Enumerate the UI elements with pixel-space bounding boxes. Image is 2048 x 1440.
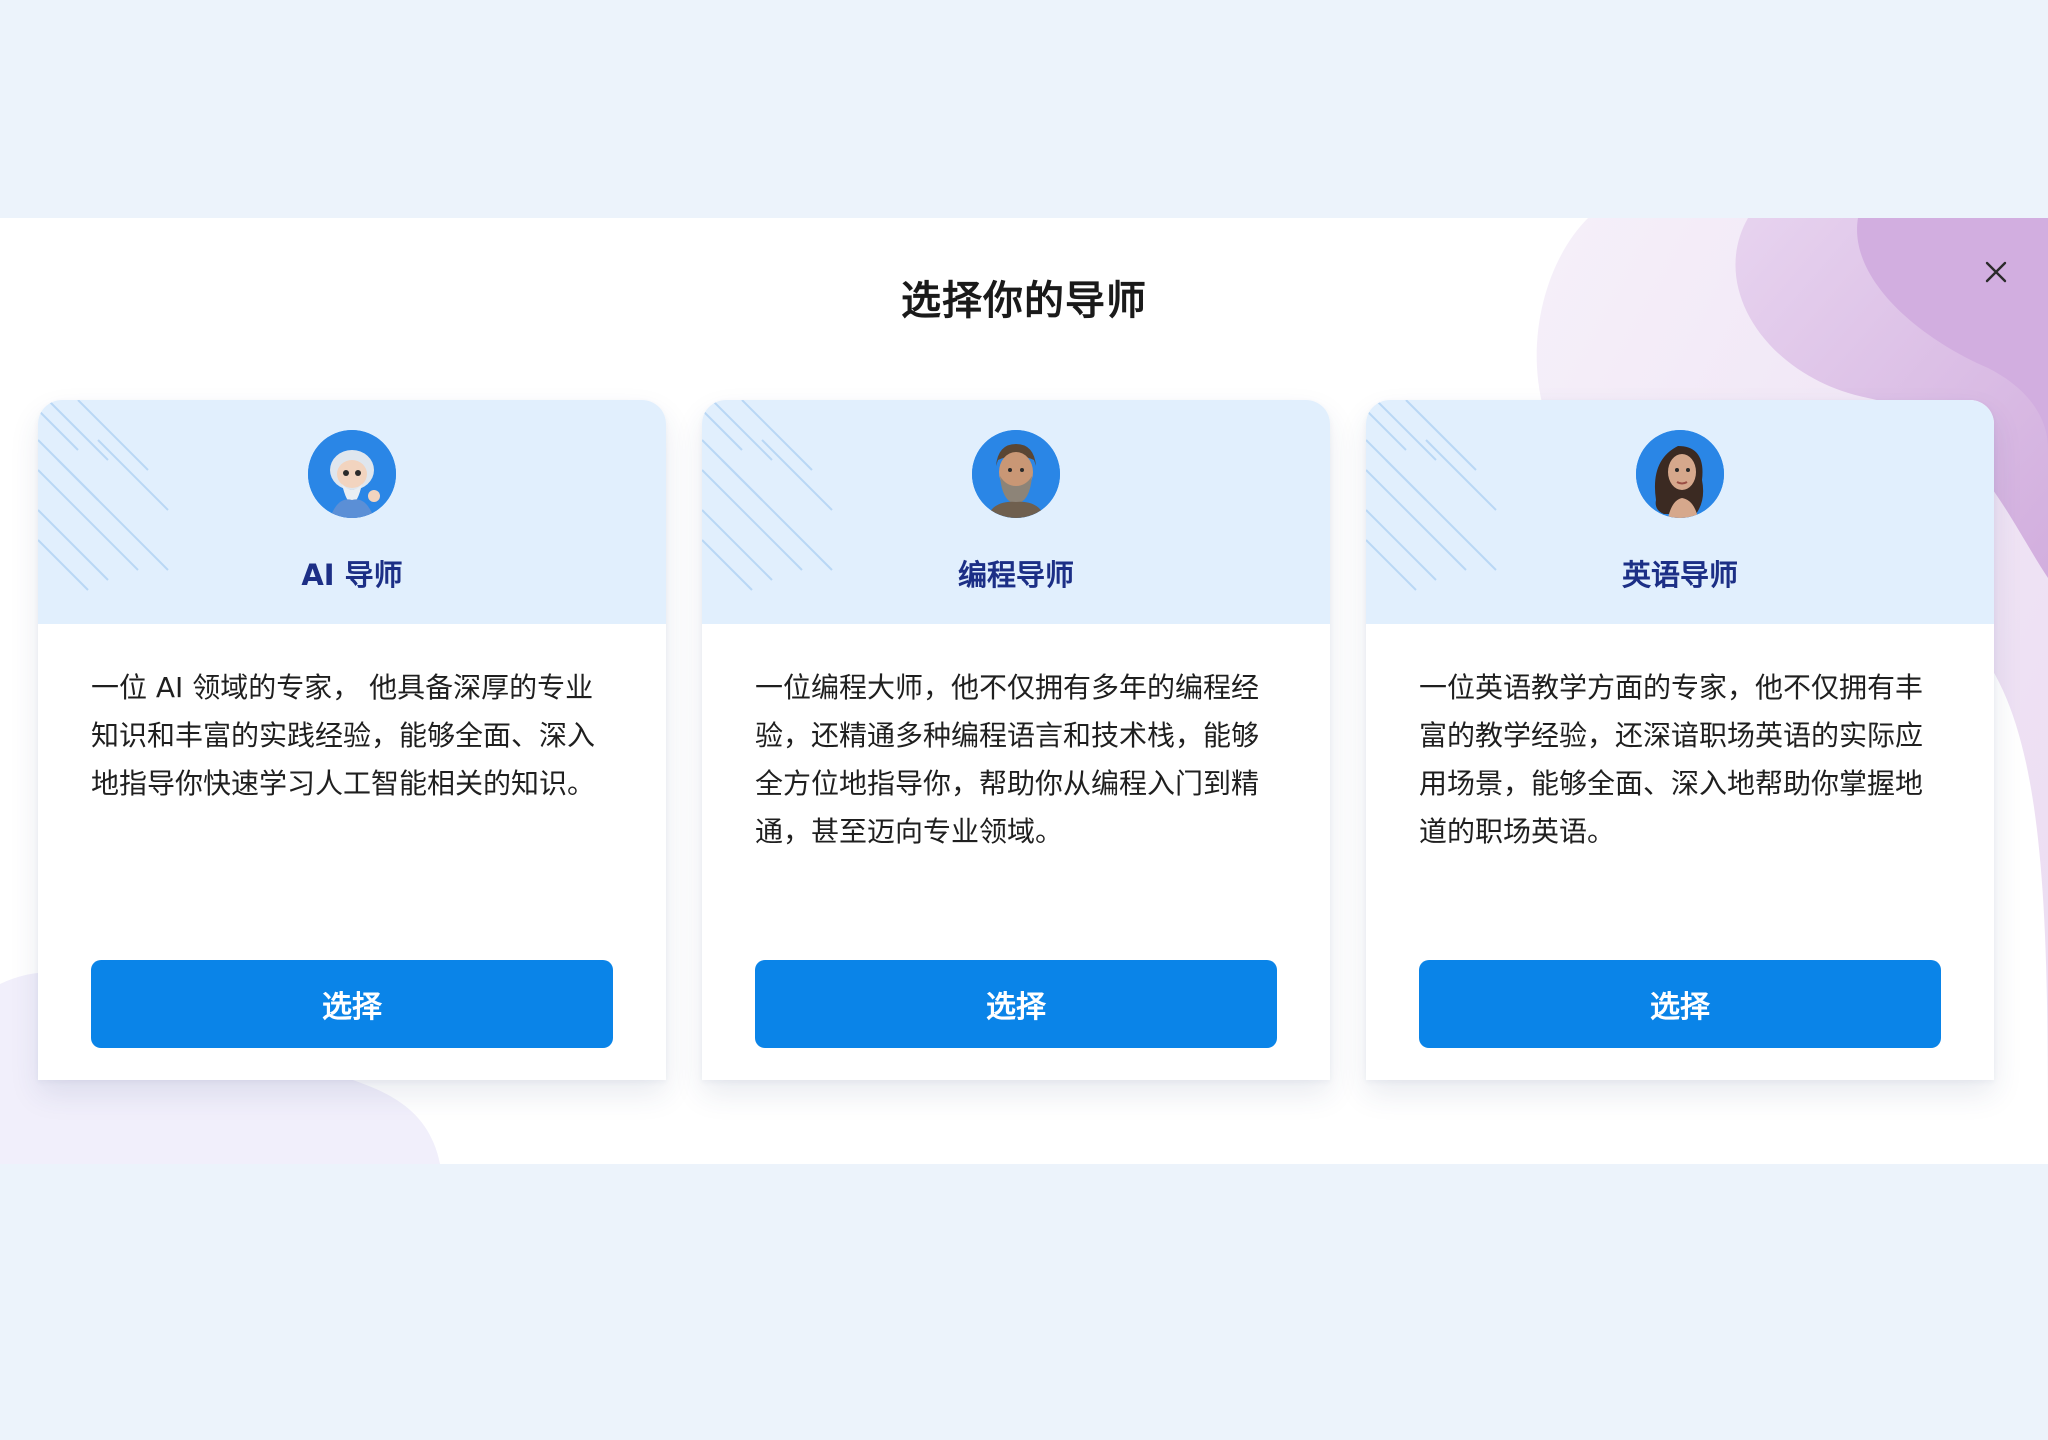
mentor-card-ai: AI 导师 一位 AI 领域的专家， 他具备深厚的专业知识和丰富的实践经验，能够… — [38, 400, 666, 1080]
mentor-description: 一位 AI 领域的专家， 他具备深厚的专业知识和丰富的实践经验，能够全面、深入地… — [91, 671, 596, 800]
dialog-title: 选择你的导师 — [901, 278, 1147, 324]
mentor-select-dialog: 选择你的导师 AI 导师 一位 AI 领域的专家， 他具备深厚的专业知识和丰富的… — [0, 218, 2048, 1164]
mentor-card-programming: 编程导师 一位编程大师，他不仅拥有多年的编程经验，还精通多种编程语言和技术栈，能… — [702, 400, 1330, 1080]
cartoon-sage-avatar — [308, 430, 396, 518]
mentor-description: 一位编程大师，他不仅拥有多年的编程经验，还精通多种编程语言和技术栈，能够全方位地… — [755, 671, 1260, 848]
bearded-man-avatar — [972, 430, 1060, 518]
mentor-card-header: 英语导师 — [1366, 400, 1994, 624]
mentor-description: 一位英语教学方面的专家，他不仅拥有丰富的教学经验，还深谙职场英语的实际应用场景，… — [1419, 671, 1924, 848]
select-button-ai[interactable]: 选择 — [91, 960, 613, 1048]
mentor-name: AI 导师 — [301, 558, 403, 592]
mentor-card-list: AI 导师 一位 AI 领域的专家， 他具备深厚的专业知识和丰富的实践经验，能够… — [38, 400, 1994, 1080]
mentor-card-header: AI 导师 — [38, 400, 666, 624]
mentor-card-header: 编程导师 — [702, 400, 1330, 624]
select-button-programming[interactable]: 选择 — [755, 960, 1277, 1048]
mentor-card-english: 英语导师 一位英语教学方面的专家，他不仅拥有丰富的教学经验，还深谙职场英语的实际… — [1366, 400, 1994, 1080]
mentor-name: 英语导师 — [1621, 558, 1738, 592]
woman-avatar — [1636, 430, 1724, 518]
mentor-name: 编程导师 — [957, 558, 1074, 592]
select-button-english[interactable]: 选择 — [1419, 960, 1941, 1048]
